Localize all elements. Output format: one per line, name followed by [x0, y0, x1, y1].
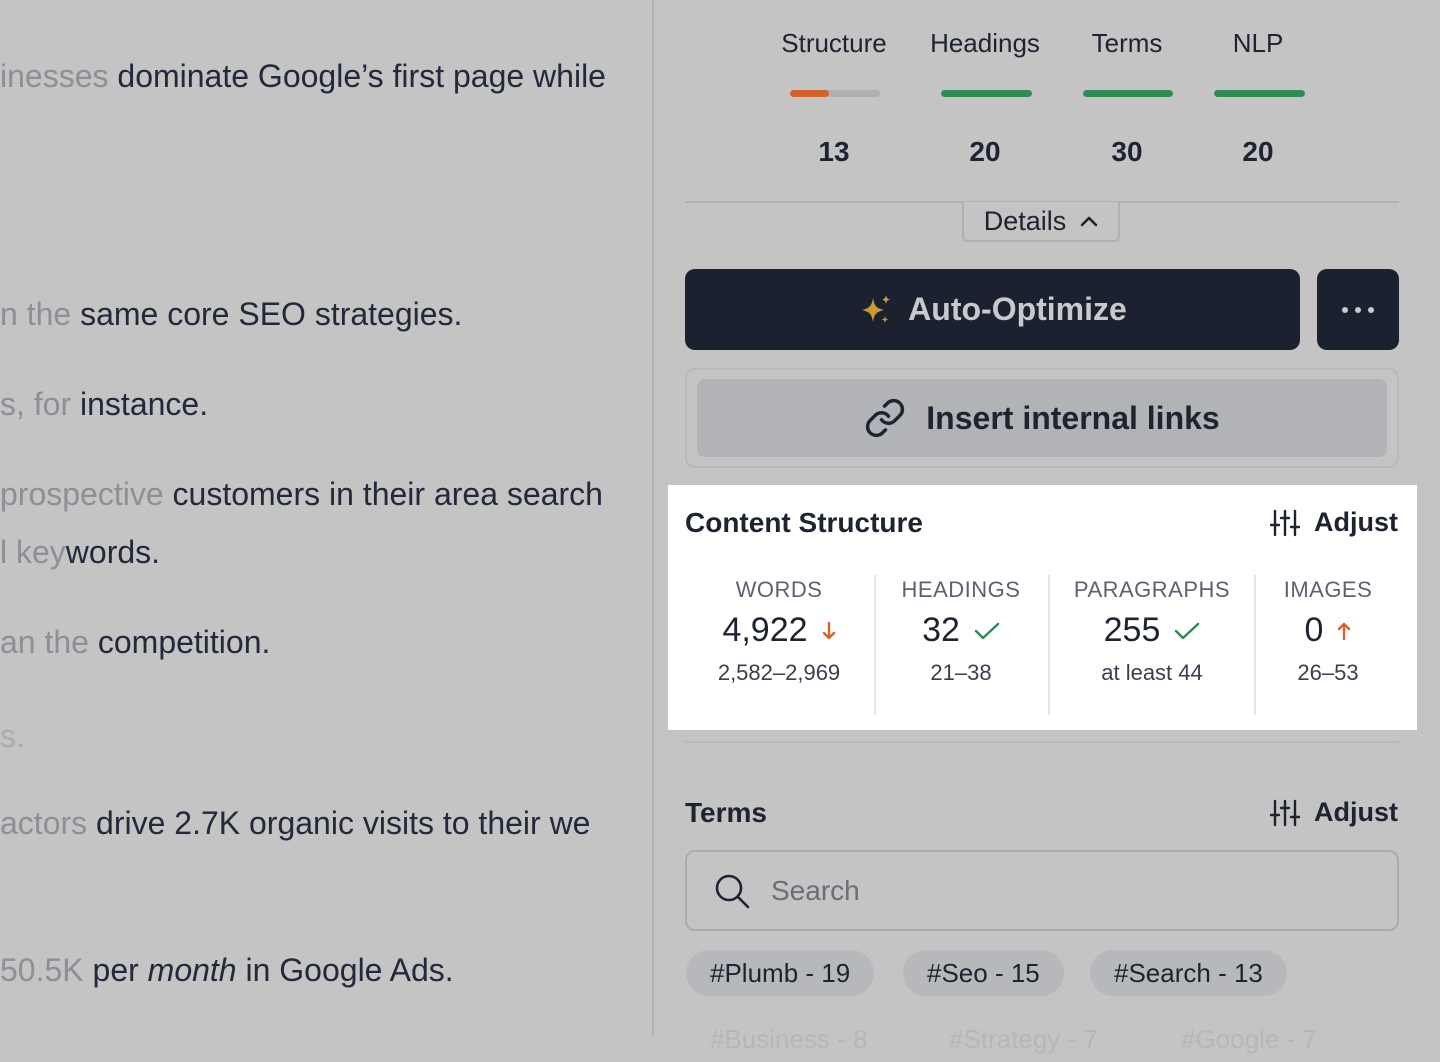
score-label-nlp: NLP — [1232, 28, 1284, 58]
check-icon — [1175, 622, 1200, 639]
content-structure-adjust-button[interactable]: Adjust — [1270, 507, 1398, 538]
stat-value: 255 — [1103, 611, 1161, 649]
editor-line[interactable]: an the competition. — [0, 624, 270, 661]
insert-links-label: Insert internal links — [926, 399, 1220, 436]
sliders-icon — [1270, 799, 1300, 826]
stat-value-row: 255 — [1062, 611, 1242, 650]
score-value-headings: 20 — [969, 136, 1001, 167]
score-bar-headings — [941, 90, 1032, 97]
content-structure-title: Content Structure — [685, 507, 923, 538]
stat-value-row: 0 — [1268, 611, 1388, 650]
term-tag[interactable]: #Plumb - 19 — [686, 950, 875, 996]
editor-line[interactable]: prospective customers in their area sear… — [0, 476, 603, 513]
score-value-terms: 30 — [1111, 136, 1143, 167]
term-tag[interactable]: #Seo - 15 — [903, 950, 1064, 996]
stat-headings: HEADINGS 32 21–38 — [886, 577, 1036, 715]
insert-links-container: Insert internal links — [685, 368, 1399, 468]
score-value-structure: 13 — [818, 136, 850, 167]
auto-optimize-label: Auto-Optimize — [908, 291, 1127, 327]
stat-label: IMAGES — [1283, 577, 1373, 602]
stat-label: WORDS — [735, 577, 823, 602]
term-tag[interactable]: #Search - 13 — [1090, 950, 1287, 996]
adjust-label: Adjust — [1314, 797, 1398, 827]
stat-value: 32 — [922, 611, 960, 649]
content-structure-card: Content Structure Adjust WORDS 4,922 2,5… — [668, 485, 1417, 730]
stat-range: at least 44 — [1101, 660, 1203, 685]
stat-label: PARAGRAPHS — [1073, 577, 1231, 602]
stat-divider — [1048, 575, 1050, 715]
stat-value-row: 32 — [886, 611, 1036, 650]
editor-line[interactable]: l keywords. — [0, 534, 160, 571]
details-label: Details — [983, 205, 1067, 236]
adjust-label: Adjust — [1314, 507, 1398, 537]
stat-range: 2,582–2,969 — [717, 660, 841, 685]
editor-line[interactable]: n the same core SEO strategies. — [0, 296, 462, 333]
stat-divider — [874, 575, 876, 715]
sliders-icon — [1270, 509, 1300, 536]
term-tag[interactable]: #Business - 8 — [686, 1016, 892, 1062]
auto-optimize-button[interactable]: Auto-Optimize — [685, 269, 1300, 350]
editor-line[interactable]: inesses dominate Google’s first page whi… — [0, 58, 606, 95]
arrow-up-icon — [1338, 622, 1351, 640]
stat-images: IMAGES 0 26–53 — [1268, 577, 1388, 715]
dot-icon — [1368, 306, 1374, 313]
score-label-headings: Headings — [930, 28, 1040, 58]
terms-adjust-button[interactable]: Adjust — [1270, 797, 1398, 828]
term-tag[interactable]: #Strategy - 7 — [925, 1016, 1122, 1062]
score-bar-nlp — [1214, 90, 1305, 97]
pane-divider[interactable] — [652, 0, 654, 1037]
chevron-up-icon — [1080, 216, 1098, 227]
dot-icon — [1355, 306, 1361, 313]
stat-divider — [1254, 575, 1256, 715]
editor-line[interactable]: s, for instance. — [0, 386, 208, 423]
stat-paragraphs: PARAGRAPHS 255 at least 44 — [1062, 577, 1242, 715]
search-placeholder: Search — [771, 874, 860, 906]
score-bar-terms — [1083, 90, 1173, 97]
terms-search-input[interactable]: Search — [685, 850, 1399, 931]
search-icon — [715, 874, 750, 908]
stat-range: 26–53 — [1297, 660, 1359, 685]
score-value-nlp: 20 — [1242, 136, 1274, 167]
stat-words: WORDS 4,922 2,582–2,969 — [694, 577, 864, 715]
term-tag[interactable]: #Google - 7 — [1157, 1016, 1341, 1062]
link-icon — [866, 398, 905, 438]
stat-label: HEADINGS — [901, 577, 1021, 602]
score-label-structure: Structure — [781, 28, 887, 58]
dot-icon — [1342, 306, 1348, 313]
insert-internal-links-button[interactable]: Insert internal links — [697, 379, 1387, 457]
terms-title: Terms — [685, 797, 767, 828]
stat-value: 0 — [1304, 611, 1324, 649]
details-toggle-button[interactable]: Details — [962, 202, 1120, 242]
sparkles-icon — [862, 294, 891, 323]
check-icon — [974, 622, 1000, 639]
stat-value: 4,922 — [722, 611, 808, 649]
arrow-down-icon — [822, 621, 835, 639]
editor-line[interactable]: s. — [0, 718, 25, 755]
editor-line[interactable]: 50.5K per month in Google Ads. — [0, 952, 454, 989]
stat-range: 21–38 — [930, 660, 992, 685]
score-label-terms: Terms — [1091, 28, 1163, 58]
editor-pane[interactable]: inesses dominate Google’s first page whi… — [0, 0, 652, 1037]
score-bar-structure — [790, 90, 880, 97]
stat-value-row: 4,922 — [694, 611, 864, 650]
more-options-button[interactable] — [1317, 269, 1399, 350]
editor-line[interactable]: actors drive 2.7K organic visits to thei… — [0, 805, 590, 842]
divider — [685, 741, 1399, 743]
